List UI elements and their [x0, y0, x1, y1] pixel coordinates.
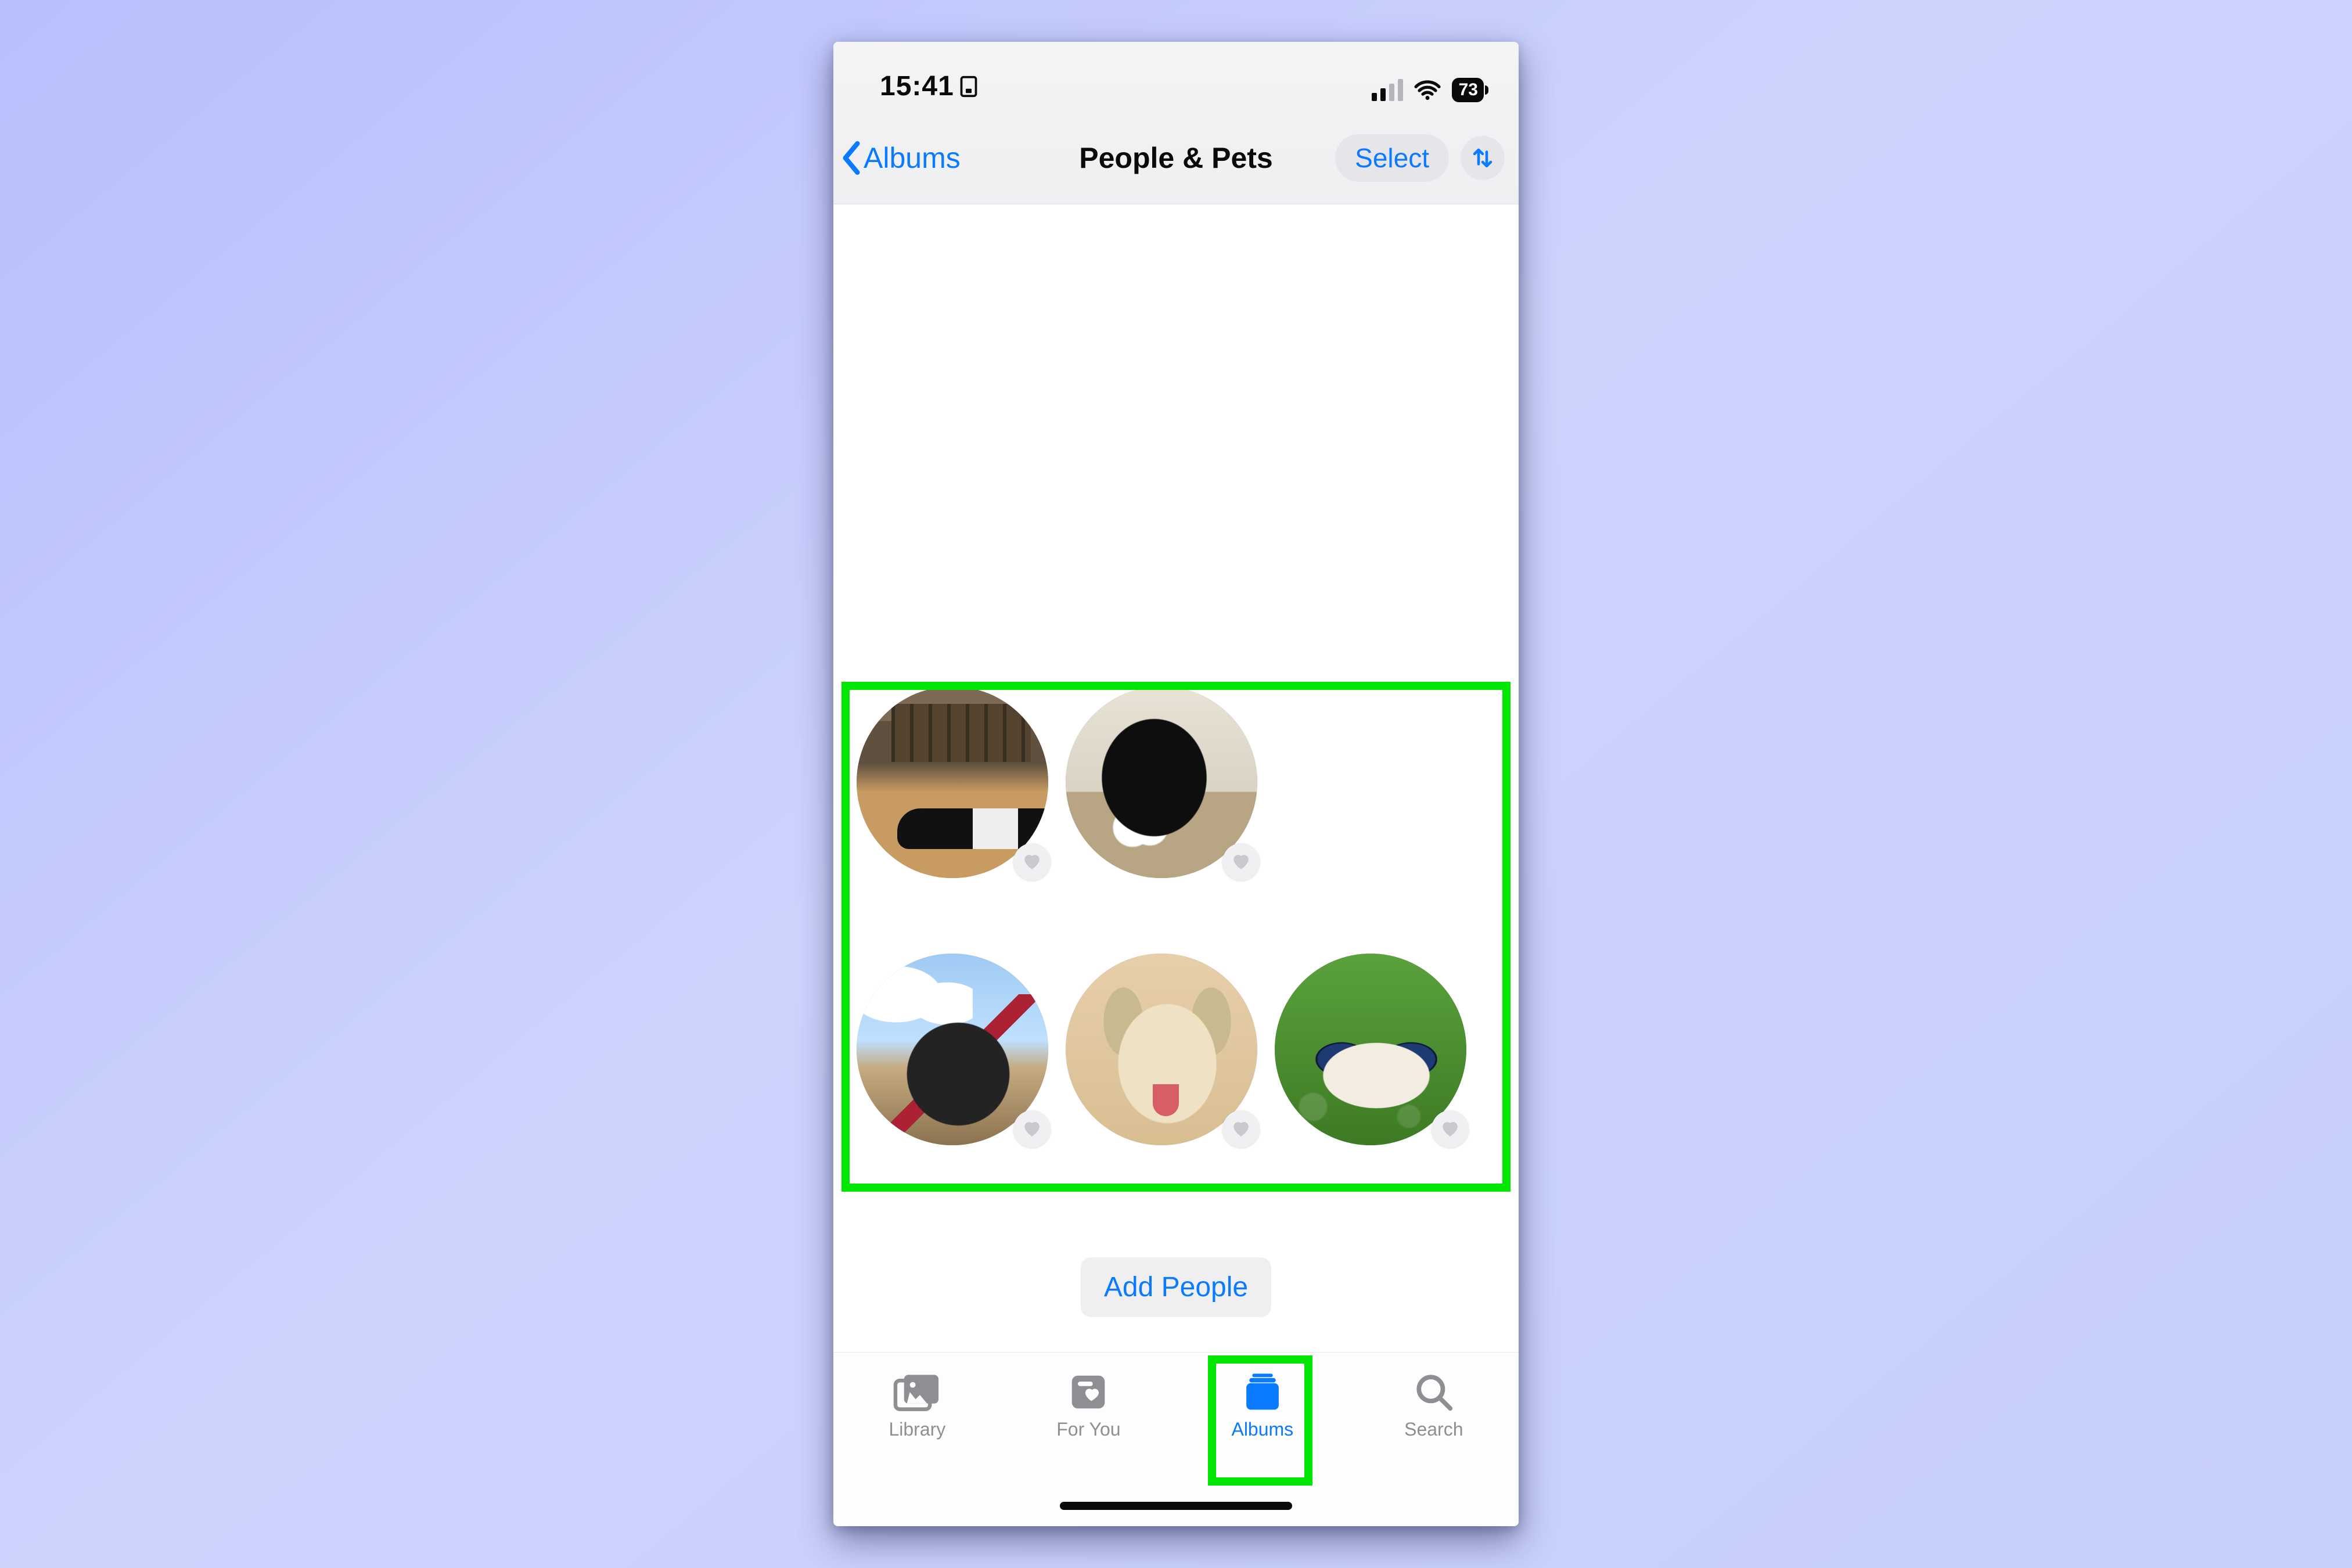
tab-search[interactable]: Search [1404, 1371, 1463, 1440]
sim-icon [960, 75, 977, 98]
clock-text: 15:41 [880, 70, 954, 102]
tab-albums[interactable]: Albums [1231, 1371, 1293, 1440]
tab-for-you[interactable]: For You [1056, 1371, 1120, 1440]
pet-thumbnail[interactable] [857, 954, 1048, 1145]
tab-label: Library [889, 1419, 945, 1440]
favorite-button[interactable] [1013, 843, 1051, 880]
pet-thumbnail[interactable] [1275, 954, 1466, 1145]
status-time: 15:41 [880, 70, 977, 102]
favorite-button[interactable] [1222, 1110, 1260, 1148]
battery-level: 73 [1459, 80, 1478, 100]
heart-icon [1022, 1120, 1042, 1138]
pet-thumbnail[interactable] [1066, 686, 1257, 878]
cellular-icon [1372, 79, 1403, 101]
wifi-icon [1414, 80, 1441, 100]
tab-label: Search [1404, 1419, 1463, 1440]
for-you-icon [1067, 1371, 1109, 1413]
sort-arrows-icon [1470, 146, 1495, 170]
heart-icon [1022, 853, 1042, 871]
nav-bar: Albums People & Pets Select [833, 112, 1519, 204]
pet-thumbnail[interactable] [1066, 954, 1257, 1145]
phone-frame: 15:41 [833, 42, 1519, 1526]
tab-bar: Library For You [833, 1352, 1519, 1526]
tab-label: For You [1056, 1419, 1120, 1440]
favorite-button[interactable] [1013, 1110, 1051, 1148]
status-icons: 73 [1372, 78, 1484, 102]
favorite-button[interactable] [1222, 843, 1260, 880]
people-pets-grid [857, 686, 1495, 1221]
tab-library[interactable]: Library [889, 1371, 945, 1440]
add-people-button[interactable]: Add People [1081, 1257, 1271, 1317]
heart-icon [1440, 1120, 1460, 1138]
home-indicator[interactable] [1060, 1502, 1292, 1510]
favorite-button[interactable] [1432, 1110, 1469, 1148]
library-icon [893, 1371, 941, 1413]
heart-icon [1231, 1120, 1251, 1138]
heart-icon [1231, 853, 1251, 871]
albums-icon [1240, 1371, 1285, 1413]
status-bar: 15:41 [833, 42, 1519, 112]
content-area[interactable] [833, 204, 1519, 1352]
battery-icon: 73 [1452, 78, 1484, 102]
sort-button[interactable] [1461, 136, 1505, 180]
tab-label: Albums [1231, 1419, 1293, 1440]
select-button[interactable]: Select [1335, 134, 1449, 182]
search-icon [1413, 1371, 1455, 1413]
pet-thumbnail[interactable] [857, 686, 1048, 878]
